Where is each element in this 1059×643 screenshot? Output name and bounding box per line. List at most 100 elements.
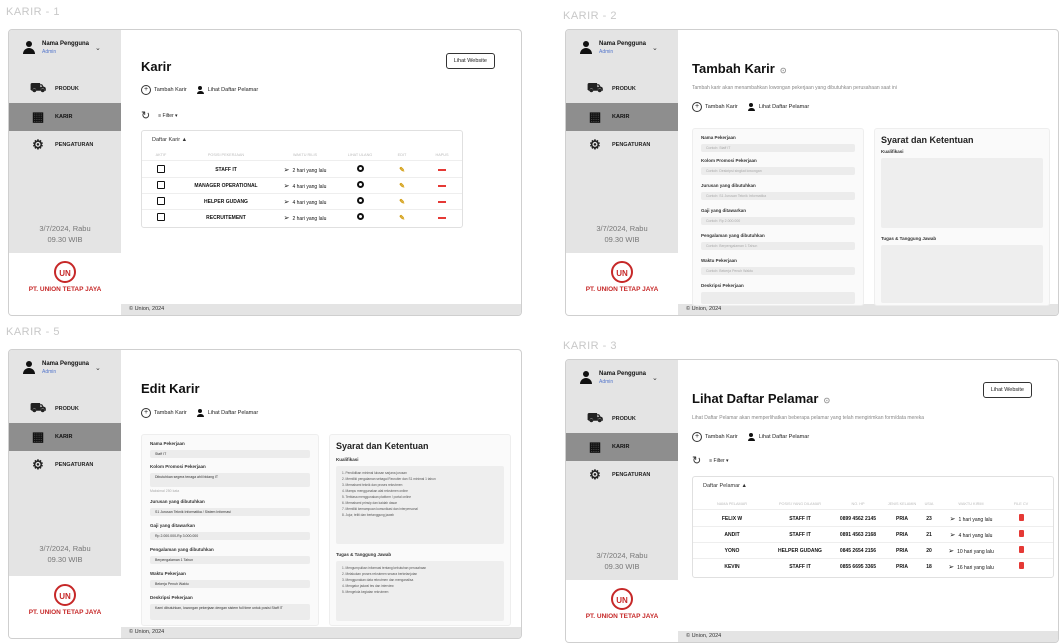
footer: © Union, 2024 — [121, 627, 521, 638]
products-icon: ⛟ — [29, 400, 47, 415]
refresh-icon[interactable]: ↻ — [141, 109, 150, 122]
add-career-link[interactable]: Tambah Karir — [154, 410, 187, 416]
chevron-down-icon[interactable]: ⌄ — [95, 44, 101, 52]
plus-icon: + — [692, 102, 702, 112]
help-icon[interactable]: ⊙ — [823, 396, 830, 405]
view-icon[interactable] — [356, 213, 364, 220]
edit-icon[interactable]: ✎ — [399, 199, 405, 206]
content-area: Edit Karir + Tambah Karir Lihat Daftar Pe… — [121, 350, 521, 627]
user-menu[interactable]: Nama Pengguna Admin ⌄ — [9, 350, 121, 386]
nav-karir[interactable]: ▦ KARIR — [9, 103, 121, 131]
delete-icon[interactable] — [438, 201, 446, 203]
view-applicants-link[interactable]: Lihat Daftar Pelamar — [208, 410, 258, 416]
description-input[interactable] — [701, 292, 855, 304]
action-links: + Tambah Karir Lihat Daftar Pelamar — [141, 85, 258, 95]
nav-produk[interactable]: ⛟ PRODUK — [566, 75, 678, 103]
chevron-down-icon[interactable]: ⌄ — [652, 44, 658, 52]
qualification-textarea[interactable]: 1. Pendidikan minimal lulusan sarjana ju… — [336, 466, 504, 544]
filter-row: ↻ ≡ Filter ▾ — [692, 454, 729, 467]
salary-input[interactable]: Rp 2.000.000-Rp 3.000.000 — [150, 532, 310, 540]
nav-produk[interactable]: ⛟ PRODUK — [9, 395, 121, 423]
nav-pengaturan[interactable]: ⚙ PENGATURAN — [566, 131, 678, 159]
plus-icon: + — [141, 408, 151, 418]
nav-produk[interactable]: ⛟ PRODUK — [9, 75, 121, 103]
filter-button[interactable]: Filter ▾ — [163, 113, 178, 119]
add-career-link[interactable]: Tambah Karir — [154, 87, 187, 93]
active-checkbox[interactable] — [157, 180, 165, 189]
send-icon: ➢ — [283, 198, 290, 206]
delete-icon[interactable] — [438, 185, 446, 187]
user-menu[interactable]: Nama Pengguna Admin ⌄ — [9, 30, 121, 66]
table-title[interactable]: Daftar Pelamar ▲ — [703, 483, 747, 489]
description-input[interactable]: Kami dibutuhkan, lowongan pekerjaan deng… — [150, 604, 310, 620]
help-icon[interactable]: ⊙ — [780, 66, 787, 75]
qualification-textarea[interactable] — [881, 158, 1043, 228]
edit-icon[interactable]: ✎ — [399, 167, 405, 174]
person-icon — [747, 103, 755, 111]
view-website-button[interactable]: Lihat Website — [982, 382, 1032, 398]
experience-input[interactable]: Contoh: Berpengalaman 1 Tahun — [701, 242, 855, 250]
chevron-down-icon[interactable]: ⌄ — [95, 364, 101, 372]
panel-label-karir-5: KARIR - 5 — [6, 326, 61, 338]
nav-pengaturan[interactable]: ⚙ PENGATURAN — [9, 451, 121, 479]
career-icon: ▦ — [588, 109, 602, 124]
add-career-link[interactable]: Tambah Karir — [705, 434, 738, 440]
responsibility-textarea[interactable]: 1. Mengumpulkan informasi tentang kebutu… — [336, 561, 504, 621]
nav-karir[interactable]: ▦ KARIR — [9, 423, 121, 451]
view-icon[interactable] — [356, 165, 364, 172]
filter-button[interactable]: Filter ▾ — [714, 458, 729, 464]
content-area: Tambah Karir ⊙ Tambah karir akan menambah… — [678, 30, 1058, 306]
products-icon: ⛟ — [29, 80, 47, 95]
content-area: Lihat Daftar Pelamar ⊙ Lihat Website Liha… — [678, 360, 1058, 631]
company-logo: UN PT. UNION TETAP JAYA — [9, 253, 121, 315]
page-title: Karir — [141, 59, 172, 74]
panel-label-karir-2: KARIR - 2 — [563, 10, 618, 22]
experience-input[interactable]: Berpengalaman 1 Tahun — [150, 556, 310, 564]
nav-pengaturan[interactable]: ⚙ PENGATURAN — [566, 461, 678, 489]
delete-icon[interactable] — [438, 217, 446, 219]
sidebar: Nama Pengguna Admin ⌄ ⛟ PRODUK ▦ KARIR ⚙ PEN… — [566, 360, 678, 642]
filter-icon: ≡ — [709, 457, 713, 464]
pdf-icon[interactable] — [1018, 530, 1024, 537]
view-applicants-link[interactable]: Lihat Daftar Pelamar — [759, 434, 809, 440]
nav-produk[interactable]: ⛟ PRODUK — [566, 405, 678, 433]
applicant-table: Daftar Pelamar ▲ NAMA PELAMAR POSISI YANG… — [692, 476, 1054, 578]
view-icon[interactable] — [356, 181, 364, 188]
refresh-icon[interactable]: ↻ — [692, 454, 701, 467]
job-promo-input[interactable]: Dibutuhkan segera tenaga ahli bidang IT — [150, 473, 310, 487]
work-time-input[interactable]: Bekerja Penuh Waktu — [150, 580, 310, 588]
edit-icon[interactable]: ✎ — [399, 183, 405, 190]
job-name-input[interactable]: Contoh: Staff IT — [701, 144, 855, 152]
edit-icon[interactable]: ✎ — [399, 215, 405, 222]
nav-pengaturan[interactable]: ⚙ PENGATURAN — [9, 131, 121, 159]
major-input[interactable]: S1 Jurusan Teknik Informatika / Sistem I… — [150, 508, 310, 516]
pdf-icon[interactable] — [1018, 546, 1024, 553]
active-checkbox[interactable] — [157, 164, 165, 173]
pdf-icon[interactable] — [1018, 562, 1024, 569]
user-menu[interactable]: Nama Pengguna Admin ⌄ — [566, 360, 678, 396]
major-input[interactable]: Contoh: S1 Jurusan Teknik Informatika — [701, 192, 855, 200]
view-applicants-link[interactable]: Lihat Daftar Pelamar — [208, 87, 258, 93]
add-career-link[interactable]: Tambah Karir — [705, 104, 738, 110]
delete-icon[interactable] — [438, 169, 446, 171]
view-icon[interactable] — [356, 197, 364, 204]
action-links: + Tambah Karir Lihat Daftar Pelamar — [141, 408, 258, 418]
nav-karir[interactable]: ▦ KARIR — [566, 433, 678, 461]
company-logo: UN PT. UNION TETAP JAYA — [566, 253, 678, 315]
pdf-icon[interactable] — [1018, 514, 1024, 521]
view-applicants-link[interactable]: Lihat Daftar Pelamar — [759, 104, 809, 110]
table-title[interactable]: Daftar Karir ▲ — [152, 137, 187, 143]
user-menu[interactable]: Nama Pengguna Admin ⌄ — [566, 30, 678, 66]
active-checkbox[interactable] — [157, 212, 165, 221]
chevron-down-icon[interactable]: ⌄ — [652, 374, 658, 382]
job-name-input[interactable]: Staff IT — [150, 450, 310, 458]
work-time-input[interactable]: Contoh: Bekerja Penuh Waktu — [701, 267, 855, 275]
user-role: Admin — [42, 49, 57, 55]
salary-input[interactable]: Contoh: Rp 2.000.000 — [701, 217, 855, 225]
responsibility-textarea[interactable] — [881, 245, 1043, 303]
active-checkbox[interactable] — [157, 196, 165, 205]
nav-karir[interactable]: ▦ KARIR — [566, 103, 678, 131]
job-promo-input[interactable]: Contoh: Deskripsi singkat lowongan — [701, 167, 855, 175]
frame-daftar-pelamar: Nama Pengguna Admin ⌄ ⛟ PRODUK ▦ KARIR ⚙ PEN… — [565, 359, 1059, 643]
view-website-button[interactable]: Lihat Website — [445, 53, 495, 69]
